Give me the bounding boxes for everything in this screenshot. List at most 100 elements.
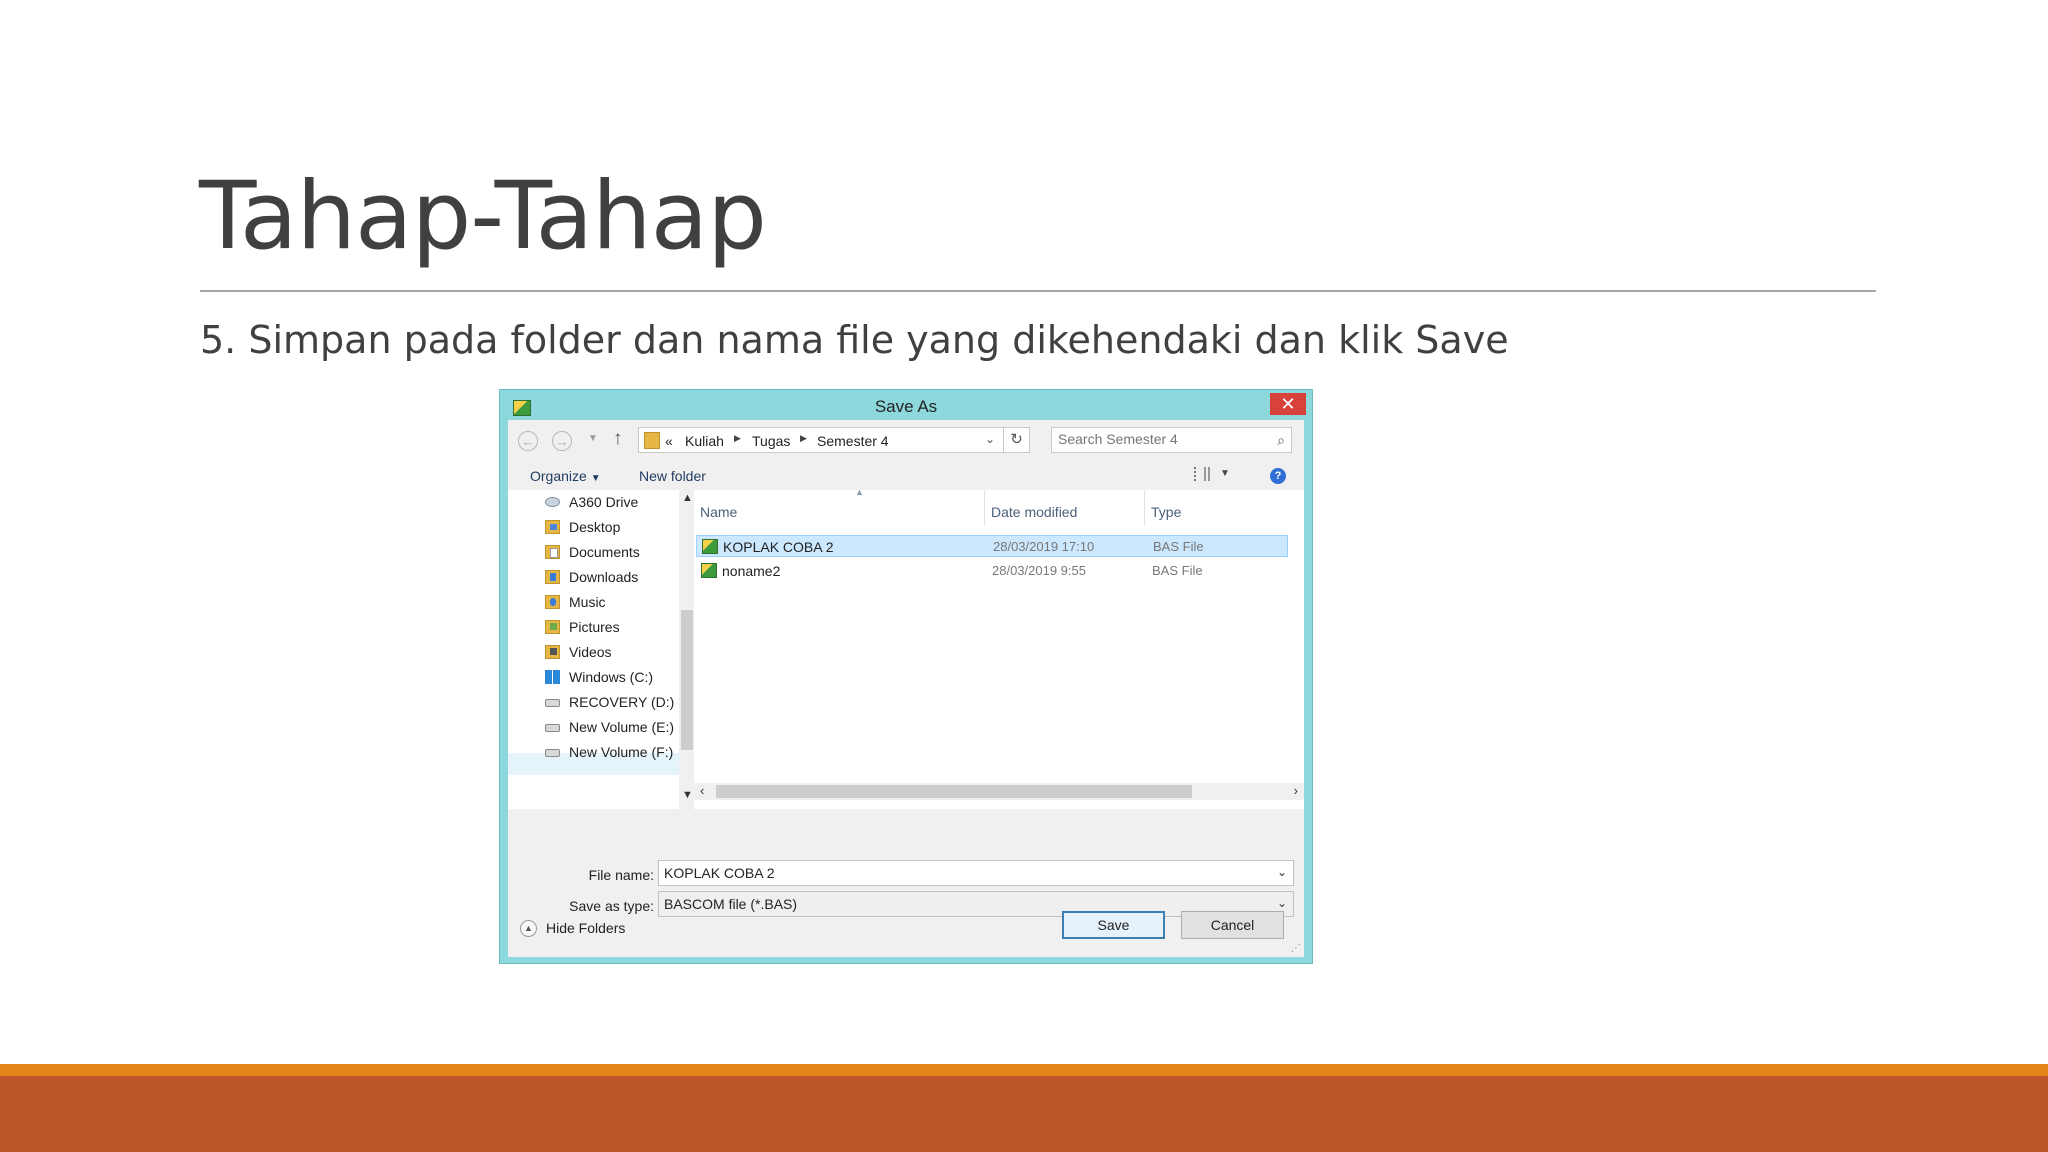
nav-item-downloads[interactable]: Downloads [508, 565, 679, 589]
chevron-up-icon: ▲ [520, 920, 537, 937]
file-name-field[interactable] [664, 865, 1254, 881]
scroll-up-icon[interactable]: ▲ [682, 492, 693, 504]
save-as-dialog: Save As ✕ ← → ▼ ↑ « Kuliah ▶ Tugas ▶ Sem… [499, 389, 1313, 964]
address-bar[interactable]: « Kuliah ▶ Tugas ▶ Semester 4 ⌄ [638, 427, 1004, 453]
column-divider[interactable] [984, 490, 985, 526]
nav-item-documents[interactable]: Documents [508, 540, 679, 564]
file-type: BAS File [1152, 563, 1203, 578]
navigation-bar: ← → ▼ ↑ « Kuliah ▶ Tugas ▶ Semester 4 ⌄ … [508, 420, 1304, 460]
chevron-down-icon: ▼ [590, 473, 601, 484]
nav-item-music[interactable]: Music [508, 590, 679, 614]
nav-item-label: Pictures [569, 619, 620, 635]
nav-item-label: Documents [569, 544, 640, 560]
address-dropdown-icon[interactable]: ⌄ [985, 432, 995, 446]
pictures-folder-icon [545, 620, 560, 634]
command-toolbar: Organize ▼ New folder ▼ ? [508, 460, 1304, 490]
hard-drive-icon [545, 724, 560, 732]
sort-indicator-icon: ▲ [855, 487, 864, 497]
dialog-body: ← → ▼ ↑ « Kuliah ▶ Tugas ▶ Semester 4 ⌄ … [508, 420, 1304, 957]
file-name: KOPLAK COBA 2 [723, 539, 834, 555]
search-input[interactable] [1058, 431, 1258, 447]
navigation-pane: A360 Drive Desktop Documents Downloads M… [508, 490, 694, 809]
folder-icon [644, 432, 660, 449]
bas-file-icon [702, 539, 718, 554]
nav-item-pictures[interactable]: Pictures [508, 615, 679, 639]
file-date: 28/03/2019 9:55 [992, 563, 1086, 578]
bas-file-icon [701, 563, 717, 578]
nav-item-new-volume-e[interactable]: New Volume (E:) [508, 715, 679, 739]
file-name-combobox[interactable]: ⌄ [658, 860, 1294, 886]
nav-item-label: Desktop [569, 519, 621, 535]
nav-item-label: New Volume (E:) [569, 719, 675, 735]
view-dropdown-icon[interactable]: ▼ [1220, 468, 1230, 479]
nav-item-label: Videos [569, 644, 612, 660]
column-header-name[interactable]: Name [700, 504, 737, 520]
new-folder-button[interactable]: New folder [639, 468, 706, 484]
file-date: 28/03/2019 17:10 [993, 539, 1095, 554]
scroll-left-icon[interactable]: ‹ [700, 783, 704, 798]
documents-folder-icon [545, 545, 560, 559]
column-divider[interactable] [1144, 490, 1145, 526]
nav-item-videos[interactable]: Videos [508, 640, 679, 664]
save-as-type-label: Save as type: [569, 898, 654, 914]
hide-folders-label: Hide Folders [546, 920, 626, 936]
column-header-type[interactable]: Type [1151, 504, 1181, 520]
nav-scrollbar-thumb[interactable] [681, 610, 693, 750]
scroll-right-icon[interactable]: › [1294, 783, 1298, 798]
music-folder-icon [545, 595, 560, 609]
file-list-pane: ▲ Name Date modified Type KOPLAK COBA 2 … [694, 487, 1304, 809]
nav-item-recovery-d[interactable]: RECOVERY (D:) [508, 690, 679, 714]
slide-title: Tahap-Tahap [199, 162, 767, 271]
breadcrumb-separator-icon[interactable]: ▶ [800, 433, 807, 444]
file-name-label: File name: [588, 867, 654, 883]
chevron-down-icon[interactable]: ⌄ [1277, 896, 1287, 910]
nav-item-label: A360 Drive [569, 494, 639, 510]
file-row-koplak-coba-2[interactable]: KOPLAK COBA 2 28/03/2019 17:10 BAS File [696, 535, 1288, 557]
downloads-folder-icon [545, 570, 560, 584]
breadcrumb-separator-icon[interactable]: ▶ [734, 433, 741, 444]
chevron-down-icon[interactable]: ⌄ [1277, 865, 1287, 879]
dialog-title: Save As [874, 397, 938, 416]
nav-item-windows-c[interactable]: Windows (C:) [508, 665, 679, 689]
nav-item-label: New Volume (F:) [569, 744, 674, 760]
desktop-folder-icon [545, 520, 560, 534]
refresh-icon[interactable]: ↻ [1004, 427, 1030, 453]
close-button[interactable]: ✕ [1270, 393, 1306, 415]
scroll-down-icon[interactable]: ▼ [682, 789, 693, 801]
up-arrow-icon[interactable]: ↑ [613, 428, 623, 450]
windows-drive-icon [545, 670, 560, 684]
search-box[interactable]: ⌕ [1051, 427, 1292, 453]
cloud-drive-icon [545, 497, 560, 507]
file-list-horizontal-scrollbar[interactable]: ‹ › [694, 783, 1304, 800]
forward-arrow-icon[interactable]: → [552, 431, 572, 451]
search-icon[interactable]: ⌕ [1277, 432, 1285, 449]
hard-drive-icon [545, 749, 560, 757]
dialog-titlebar[interactable]: Save As ✕ [500, 390, 1312, 420]
breadcrumb-semester-4[interactable]: Semester 4 [817, 433, 889, 449]
cancel-button[interactable]: Cancel [1181, 911, 1284, 939]
title-divider [200, 290, 1876, 292]
recent-locations-icon[interactable]: ▼ [588, 433, 598, 444]
horizontal-scrollbar-thumb[interactable] [716, 785, 1192, 798]
organize-menu[interactable]: Organize ▼ [530, 468, 601, 484]
nav-item-new-volume-f[interactable]: New Volume (F:) [508, 740, 679, 764]
back-arrow-icon[interactable]: ← [518, 431, 538, 451]
breadcrumb-kuliah[interactable]: Kuliah [685, 433, 724, 449]
file-type: BAS File [1153, 539, 1204, 554]
footer-band [0, 1076, 2048, 1152]
address-overflow-icon[interactable]: « [665, 433, 673, 449]
resize-grip-icon[interactable]: ⋰ [1291, 943, 1301, 954]
file-name: noname2 [722, 563, 781, 579]
file-row-noname2[interactable]: noname2 28/03/2019 9:55 BAS File [696, 560, 1288, 582]
column-header-date-modified[interactable]: Date modified [991, 504, 1077, 520]
nav-scrollbar[interactable]: ▲ ▼ [679, 490, 694, 809]
nav-item-a360-drive[interactable]: A360 Drive [508, 490, 679, 514]
breadcrumb-tugas[interactable]: Tugas [752, 433, 790, 449]
footer-accent-stripe [0, 1064, 2048, 1076]
nav-item-label: Windows (C:) [569, 669, 654, 685]
view-options-icon[interactable] [1194, 467, 1210, 481]
save-button[interactable]: Save [1062, 911, 1165, 939]
nav-item-label: Downloads [569, 569, 639, 585]
help-icon[interactable]: ? [1270, 468, 1286, 484]
nav-item-desktop[interactable]: Desktop [508, 515, 679, 539]
